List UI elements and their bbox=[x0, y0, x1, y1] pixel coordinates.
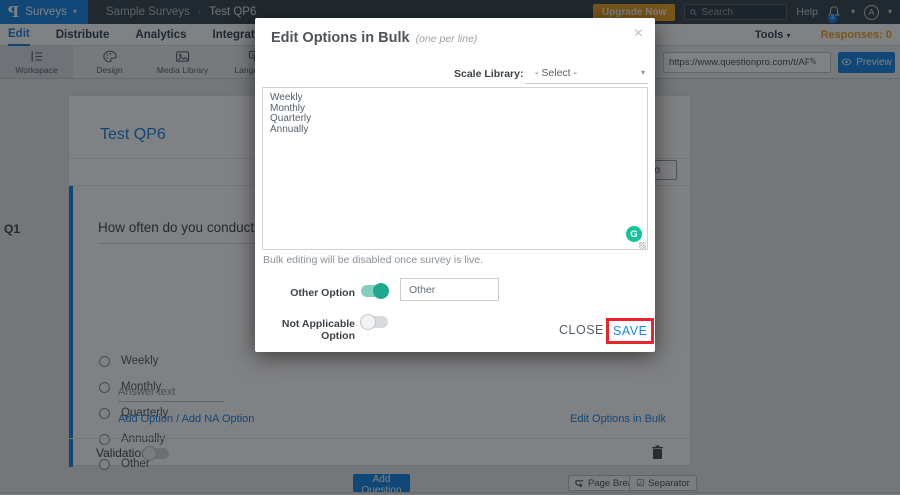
scale-library-value: - Select - bbox=[535, 66, 578, 79]
grammarly-icon[interactable]: G bbox=[626, 226, 642, 242]
other-option-input[interactable] bbox=[400, 278, 499, 301]
modal-subtitle: (one per line) bbox=[415, 33, 478, 45]
questionpro-survey-editor: P Surveys ▾ Sample Surveys › Test QP6 Up… bbox=[0, 0, 900, 495]
other-option-toggle[interactable] bbox=[361, 283, 389, 299]
not-applicable-option-toggle[interactable] bbox=[360, 314, 388, 330]
bulk-editing-note: Bulk editing will be disabled once surve… bbox=[263, 254, 484, 266]
modal-header: Edit Options in Bulk (one per line) bbox=[271, 30, 477, 46]
toggle-knob bbox=[373, 283, 389, 299]
save-button[interactable]: SAVE bbox=[613, 324, 647, 338]
scale-library-select[interactable]: - Select - ▾ bbox=[525, 62, 648, 84]
close-icon[interactable]: × bbox=[634, 26, 643, 42]
other-option-label: Other Option bbox=[290, 287, 355, 299]
chevron-down-icon: ▾ bbox=[640, 67, 645, 77]
save-annotation-highlight: SAVE bbox=[606, 318, 655, 344]
bulk-options-textarea[interactable]: Weekly Monthly Quarterly Annually bbox=[262, 87, 648, 250]
toggle-knob bbox=[360, 314, 376, 330]
modal-title: Edit Options in Bulk bbox=[271, 30, 410, 46]
scale-library-label: Scale Library: bbox=[454, 68, 524, 80]
resize-handle[interactable] bbox=[639, 242, 646, 249]
not-applicable-option-label: Not Applicable Option bbox=[281, 318, 355, 342]
edit-options-in-bulk-modal: Edit Options in Bulk (one per line) × Sc… bbox=[255, 18, 655, 352]
close-button[interactable]: CLOSE bbox=[559, 323, 604, 337]
